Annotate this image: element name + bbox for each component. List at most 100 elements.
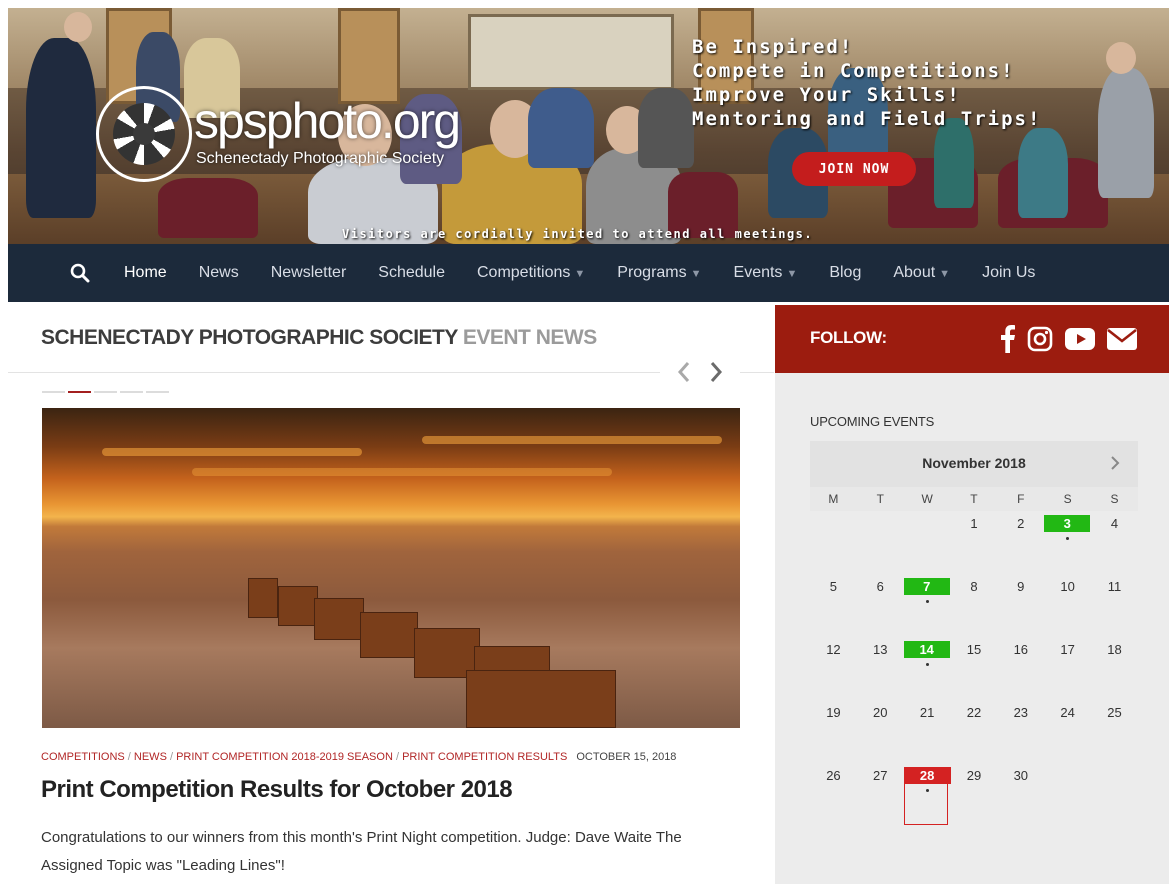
site-logo[interactable]: spsphoto.org bbox=[194, 92, 461, 150]
calendar-week: 1 2 3 4 bbox=[810, 511, 1138, 574]
slider-dot[interactable] bbox=[120, 391, 143, 393]
nav-item-competitions[interactable]: Competitions ▼ bbox=[461, 244, 601, 302]
main-nav: Home News Newsletter Schedule Competitio… bbox=[8, 244, 1169, 302]
calendar-week: 5 6 7 8 9 10 11 bbox=[810, 574, 1138, 637]
calendar-empty-cell bbox=[857, 511, 904, 574]
meta-separator: / bbox=[392, 751, 403, 763]
calendar-day[interactable]: 29 bbox=[951, 763, 998, 826]
calendar-day-number: 15 bbox=[966, 642, 982, 657]
calendar-day-number: 12 bbox=[826, 642, 841, 657]
hero-person-head bbox=[64, 12, 92, 42]
calendar-header: November 2018 bbox=[810, 441, 1138, 487]
calendar-day[interactable]: 25 bbox=[1091, 700, 1138, 763]
calendar-day[interactable]: 16 bbox=[997, 637, 1044, 700]
follow-label: FOLLOW: bbox=[810, 328, 887, 347]
calendar-day[interactable]: 7 bbox=[903, 574, 951, 637]
post-category-link[interactable]: NEWS bbox=[134, 751, 167, 763]
nav-item-join-us[interactable]: Join Us bbox=[966, 244, 1051, 302]
weekday-label: S bbox=[1063, 492, 1072, 506]
calendar-day[interactable]: 12 bbox=[810, 637, 857, 700]
email-icon[interactable] bbox=[1107, 328, 1137, 350]
post-title[interactable]: Print Competition Results for October 20… bbox=[41, 776, 513, 804]
calendar-day[interactable]: 17 bbox=[1044, 637, 1091, 700]
calendar-day[interactable]: 22 bbox=[951, 700, 998, 763]
nav-item-blog[interactable]: Blog bbox=[813, 244, 877, 302]
nav-item-label: News bbox=[198, 264, 239, 281]
calendar-day[interactable]: 20 bbox=[857, 700, 904, 763]
logo-text: spsphoto.org bbox=[194, 93, 461, 149]
weekday-label: T bbox=[876, 492, 884, 506]
hero-person bbox=[1098, 68, 1154, 198]
calendar-day[interactable]: 23 bbox=[997, 700, 1044, 763]
hero-tagline: Compete in Competitions! bbox=[692, 60, 1015, 82]
calendar-day[interactable]: 5 bbox=[810, 574, 857, 637]
youtube-icon[interactable] bbox=[1065, 328, 1095, 350]
hero-banner: spsphoto.org Schenectady Photographic So… bbox=[8, 8, 1169, 244]
calendar-day-number: 5 bbox=[829, 579, 838, 594]
weekday-label: T bbox=[970, 492, 978, 506]
calendar-day[interactable]: 6 bbox=[857, 574, 904, 637]
slider-arrows bbox=[660, 355, 740, 389]
calendar-day[interactable]: 8 bbox=[951, 574, 998, 637]
post-category-link[interactable]: COMPETITIONS bbox=[41, 751, 125, 763]
nav-item-newsletter[interactable]: Newsletter bbox=[255, 244, 363, 302]
nav-item-home[interactable]: Home bbox=[108, 244, 183, 302]
join-now-button[interactable]: JOIN NOW bbox=[792, 152, 916, 186]
calendar-day[interactable]: 9 bbox=[997, 574, 1044, 637]
calendar-day[interactable]: 3 bbox=[1044, 511, 1091, 574]
calendar-day[interactable]: 4 bbox=[1091, 511, 1138, 574]
chevron-left-icon[interactable] bbox=[677, 361, 691, 383]
calendar-day[interactable]: 30 bbox=[997, 763, 1044, 826]
nav-item-label: About bbox=[893, 264, 936, 281]
calendar-day[interactable]: 11 bbox=[1091, 574, 1138, 637]
calendar-day[interactable]: 13 bbox=[857, 637, 904, 700]
calendar-day-number: 7 bbox=[903, 578, 950, 595]
calendar-day[interactable]: 19 bbox=[810, 700, 857, 763]
chevron-down-icon: ▼ bbox=[786, 268, 798, 280]
post-category-link[interactable]: PRINT COMPETITION RESULTS bbox=[402, 751, 567, 763]
calendar-day[interactable]: 28 bbox=[903, 763, 951, 826]
instagram-icon[interactable] bbox=[1027, 326, 1053, 352]
hero-bulletin-board bbox=[468, 14, 674, 90]
calendar-day[interactable]: 21 bbox=[904, 700, 951, 763]
calendar-day-number: 19 bbox=[826, 705, 841, 720]
hero-person bbox=[934, 118, 974, 208]
slider-dot[interactable] bbox=[68, 391, 91, 393]
nav-item-label: Join Us bbox=[982, 264, 1036, 281]
calendar-day-number: 9 bbox=[1017, 579, 1025, 594]
post-featured-image[interactable] bbox=[42, 408, 740, 728]
nav-item-about[interactable]: About ▼ bbox=[877, 244, 966, 302]
calendar-day[interactable]: 26 bbox=[810, 763, 857, 826]
calendar-day[interactable]: 27 bbox=[857, 763, 904, 826]
search-icon[interactable] bbox=[52, 244, 108, 302]
calendar-day[interactable]: 2 bbox=[997, 511, 1044, 574]
nav-item-label: Programs bbox=[617, 264, 687, 281]
calendar-day-number: 27 bbox=[873, 768, 888, 783]
facebook-icon[interactable] bbox=[1001, 325, 1015, 353]
logo-aperture-icon[interactable] bbox=[96, 86, 192, 182]
calendar-day-number: 14 bbox=[903, 641, 950, 658]
calendar-day[interactable]: 18 bbox=[1091, 637, 1138, 700]
nav-item-schedule[interactable]: Schedule bbox=[362, 244, 461, 302]
slider-dot[interactable] bbox=[146, 391, 169, 393]
post-excerpt: Congratulations to our winners from this… bbox=[41, 829, 682, 874]
chevron-right-icon[interactable] bbox=[1110, 455, 1120, 471]
nav-item-news[interactable]: News bbox=[183, 244, 255, 302]
calendar-day[interactable]: 1 bbox=[951, 511, 998, 574]
nav-item-programs[interactable]: Programs ▼ bbox=[601, 244, 717, 302]
chevron-right-icon[interactable] bbox=[709, 361, 723, 383]
logo-subtitle: Schenectady Photographic Society bbox=[196, 150, 445, 167]
calendar-day[interactable]: 15 bbox=[951, 637, 998, 700]
calendar-day[interactable]: 10 bbox=[1044, 574, 1091, 637]
hero-tagline: Improve Your Skills! bbox=[692, 84, 961, 106]
post-category-link[interactable]: PRINT COMPETITION 2018-2019 SEASON bbox=[176, 751, 393, 763]
post-meta: COMPETITIONS / NEWS / PRINT COMPETITION … bbox=[41, 751, 676, 763]
calendar-day[interactable]: 14 bbox=[903, 637, 951, 700]
hero-door bbox=[338, 8, 400, 104]
slider-dot[interactable] bbox=[42, 391, 65, 393]
nav-item-events[interactable]: Events ▼ bbox=[718, 244, 814, 302]
slider-dot[interactable] bbox=[94, 391, 117, 393]
calendar-day[interactable]: 24 bbox=[1044, 700, 1091, 763]
calendar-day-number: 2 bbox=[1017, 516, 1025, 531]
weekday-label: W bbox=[921, 492, 933, 506]
